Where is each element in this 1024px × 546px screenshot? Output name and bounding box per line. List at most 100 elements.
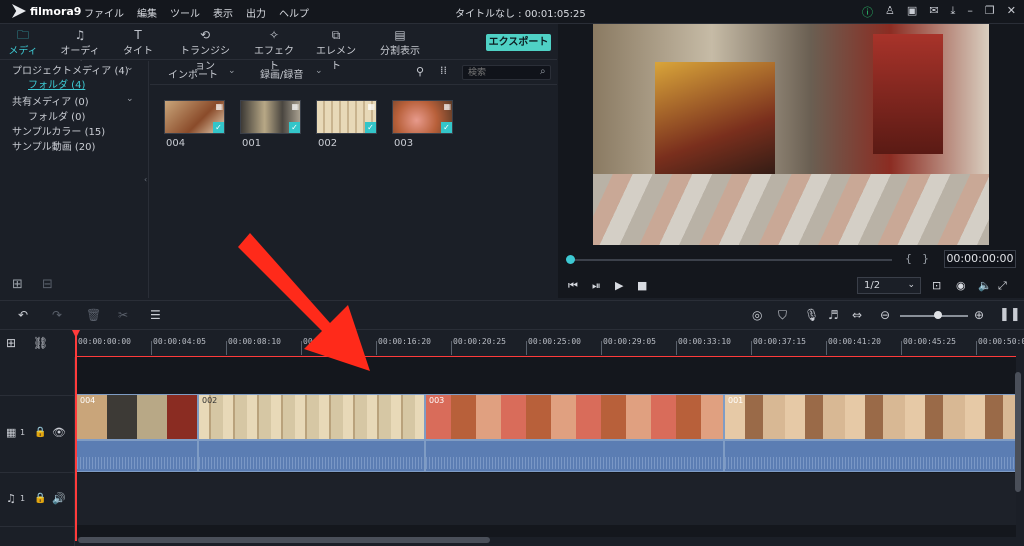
undo-icon[interactable]: ↶ [18,308,28,322]
add-track-icon[interactable]: ⊞ [6,336,16,350]
tab-split-screen[interactable]: ▤ 分割表示 [378,29,422,58]
mark-in-icon[interactable]: { [905,252,912,265]
ruler-tick [526,341,527,355]
audio-waveform-clip[interactable] [198,440,425,472]
menu-export[interactable]: 出力 [246,5,266,20]
redo-icon[interactable]: ↷ [52,308,62,322]
media-label: 002 [318,138,338,149]
ruler-tick [826,341,827,355]
restore-icon[interactable]: ❐ [985,4,995,20]
download-icon[interactable]: ⤓ [951,4,956,20]
tree-project-media[interactable]: プロジェクトメディア (4) [12,62,129,77]
collapse-panel-icon[interactable]: ‹ [144,175,147,184]
audio-waveform-clip[interactable] [724,440,1016,472]
ruler-tick [601,341,602,355]
video-clip[interactable]: 001 [724,394,1016,440]
media-thumbnail[interactable]: ▦ ✓ [316,100,377,134]
waveform [725,457,1015,469]
ruler-label: 00:00:33:10 [678,337,731,346]
zoom-in-icon[interactable]: ⊕ [974,308,984,322]
media-thumbnail[interactable]: ▦ ✓ [240,100,301,134]
delete-icon[interactable]: 🗑 [86,308,101,322]
remove-folder-icon[interactable]: ⊟ [42,277,53,292]
export-button[interactable]: エクスポート [486,34,551,51]
tree-shared-media[interactable]: 共有メディア (0) [12,93,89,108]
filter-icon[interactable]: ⚲ [416,65,424,78]
tree-shared-folder[interactable]: フォルダ (0) [28,108,85,123]
track-number: 1 [20,428,26,437]
fullscreen-icon[interactable]: ⤢ [998,279,1007,293]
transition-icon: ⟲ [199,28,211,42]
menu-file[interactable]: ファイル [84,5,124,20]
save-icon[interactable]: ▣ [907,4,917,20]
library-tabs: 🗀メディア ♫オーディオ Tタイトル ⟲トランジション ✧エフェクト ⧉エレメン… [0,24,557,72]
grid-view-icon[interactable]: ⁞⁞ [440,64,447,77]
video-clip[interactable]: 003 [425,394,724,440]
fit-timeline-icon[interactable]: ⇔ [852,308,862,322]
chevron-down-icon[interactable]: ⌄ [126,63,134,73]
search-input[interactable] [462,65,551,80]
account-icon[interactable]: ♙ [885,4,895,20]
lock-icon[interactable]: 🔒 [34,493,46,504]
window-title: タイトルなし : 00:01:05:25 [455,9,586,20]
playhead[interactable] [75,331,77,541]
tree-sample-color[interactable]: サンプルカラー (15) [12,123,105,138]
volume-icon[interactable]: 🔈 [978,279,992,292]
speaker-icon[interactable]: 🔊 [52,492,66,505]
display-settings-icon[interactable]: ⊡ [932,279,941,292]
menu-help[interactable]: ヘルプ [279,5,309,20]
waveform [199,457,424,469]
zoom-slider-handle[interactable] [934,311,942,319]
chevron-down-icon[interactable]: ⌄ [126,94,134,104]
video-clip[interactable]: 002 [198,394,425,440]
audio-mixer-icon[interactable]: ♬ [828,308,839,322]
eye-icon[interactable]: 👁 [52,426,66,439]
tree-folder-selected[interactable]: フォルダ (4) [28,76,85,91]
link-icon[interactable]: ⛓ [33,336,48,350]
preview-scrubber[interactable] [570,259,892,261]
close-icon[interactable]: ✕ [1007,4,1016,20]
zoom-ratio-select[interactable]: 1/2 ⌄ [857,277,921,294]
info-icon[interactable]: ⓘ [862,4,873,20]
previous-frame-icon[interactable]: ⏮ [568,279,578,293]
waveform [426,457,723,469]
audio-waveform-clip[interactable] [76,440,198,472]
snapshot-icon[interactable]: ◉ [956,279,966,292]
timeline-ruler[interactable]: 00:00:00:00 00:00:04:05 00:00:08:10 00:0… [74,331,1024,357]
zoom-out-icon[interactable]: ⊖ [880,308,890,322]
ruler-label: 00:00:45:25 [903,337,956,346]
check-icon: ✓ [365,122,376,133]
menu-view[interactable]: 表示 [213,5,233,20]
lock-icon[interactable]: 🔒 [34,427,46,438]
menu-tools[interactable]: ツール [170,5,200,20]
import-dropdown[interactable]: インポート [168,66,218,81]
media-thumbnail[interactable]: ▦ ✓ [392,100,453,134]
ruler-tick [451,341,452,355]
record-dropdown[interactable]: 録画/録音 [260,66,303,81]
render-icon[interactable]: ◎ [752,308,762,322]
add-folder-icon[interactable]: ⊞ [12,277,23,292]
menu-edit[interactable]: 編集 [137,5,157,20]
cut-icon[interactable]: ✂ [118,308,128,322]
audio-waveform-clip[interactable] [425,440,724,472]
horizontal-scrollbar[interactable] [78,537,490,543]
microphone-icon[interactable]: 🎙 [804,308,819,322]
video-preview [593,24,989,245]
adjust-icon[interactable]: ☰ [150,308,161,322]
play-frame-icon[interactable]: ⏯ [592,279,601,293]
audio-track-lane[interactable] [76,473,1016,525]
stop-icon[interactable]: ■ [637,279,647,292]
tree-sample-video[interactable]: サンプル動画 (20) [12,138,95,153]
scrubber-handle[interactable] [566,255,575,264]
video-clip[interactable]: 004 [76,394,198,440]
minimize-icon[interactable]: – [967,4,973,20]
marker-icon[interactable]: ⛉ [778,308,787,323]
film-icon: ▦ [215,102,223,111]
vertical-scrollbar[interactable] [1015,372,1021,492]
mail-icon[interactable]: ✉ [929,4,938,20]
mark-out-icon[interactable]: } [922,252,929,265]
audio-track-header: ♫ 1 🔒 🔊 [0,473,75,527]
play-icon[interactable]: ▶ [615,279,623,292]
media-thumbnail[interactable]: ▦ ✓ [164,100,225,134]
pause-icon[interactable]: ❚❚ [999,307,1021,322]
